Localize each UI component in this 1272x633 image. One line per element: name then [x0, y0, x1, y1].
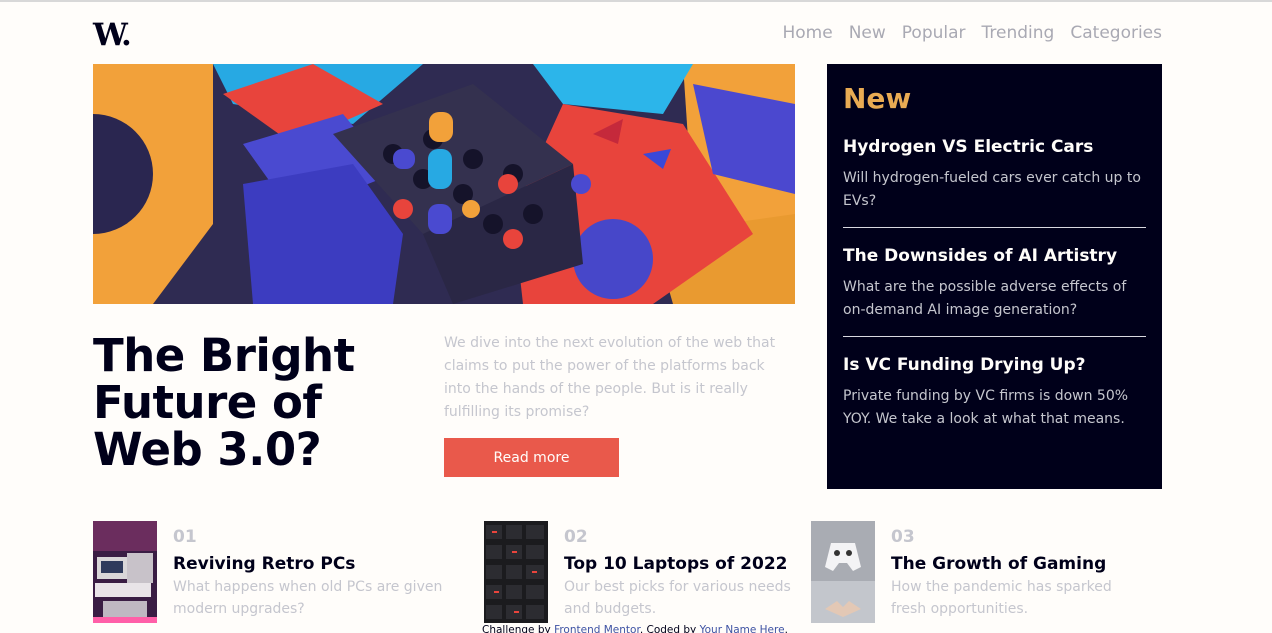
new-item-desc: Will hydrogen-fueled cars ever catch up … — [843, 170, 1141, 209]
article-title[interactable]: Top 10 Laptops of 2022 — [564, 554, 794, 574]
new-item-title[interactable]: Hydrogen VS Electric Cars — [843, 137, 1146, 157]
new-item: Is VC Funding Drying Up? Private funding… — [843, 355, 1146, 445]
article-desc: How the pandemic has sparked fresh oppor… — [891, 579, 1112, 617]
attribution-prefix: Challenge by — [482, 624, 551, 633]
new-item-desc: What are the possible adverse effects of… — [843, 279, 1127, 318]
article-card: 03 The Growth of Gaming How the pandemic… — [811, 521, 1146, 623]
article-card: 01 Reviving Retro PCs What happens when … — [93, 521, 443, 623]
game-controller-thumbnail — [811, 521, 875, 623]
divider — [843, 336, 1146, 337]
article-body: 02 Top 10 Laptops of 2022 Our best picks… — [564, 521, 794, 623]
attribution: Challenge by Frontend Mentor. Coded by Y… — [482, 624, 788, 633]
laptop-keyboard-thumbnail — [484, 521, 548, 623]
main-nav: Home New Popular Trending Categories — [782, 23, 1162, 43]
attribution-suffix: . — [784, 624, 788, 633]
article-desc: Our best picks for various needs and bud… — [564, 579, 791, 617]
article-body: 01 Reviving Retro PCs What happens when … — [173, 521, 443, 623]
article-number: 01 — [173, 527, 197, 547]
article-body: 03 The Growth of Gaming How the pandemic… — [891, 521, 1146, 623]
hero-title: The Bright Future of Web 3.0? — [93, 329, 355, 476]
frontend-mentor-link[interactable]: Frontend Mentor — [554, 624, 640, 633]
author-link[interactable]: Your Name Here — [700, 624, 785, 633]
article-title[interactable]: The Growth of Gaming — [891, 554, 1146, 574]
new-item: Hydrogen VS Electric Cars Will hydrogen-… — [843, 137, 1146, 227]
article-desc: What happens when old PCs are given mode… — [173, 579, 443, 617]
article-number: 03 — [891, 527, 915, 547]
hero-image — [93, 64, 795, 304]
nav-categories[interactable]: Categories — [1070, 23, 1162, 43]
nav-popular[interactable]: Popular — [902, 23, 966, 43]
read-more-button[interactable]: Read more — [444, 438, 619, 477]
attribution-middle: . Coded by — [639, 624, 697, 633]
retro-pc-thumbnail — [93, 521, 157, 623]
divider — [843, 227, 1146, 228]
new-item-desc: Private funding by VC firms is down 50% … — [843, 388, 1129, 427]
new-item: The Downsides of AI Artistry What are th… — [843, 246, 1146, 336]
new-item-title[interactable]: The Downsides of AI Artistry — [843, 246, 1146, 266]
site-logo[interactable]: W. — [93, 20, 132, 51]
nav-new[interactable]: New — [849, 23, 886, 43]
article-number: 02 — [564, 527, 588, 547]
hero-description: We dive into the next evolution of the w… — [444, 335, 776, 420]
new-item-title[interactable]: Is VC Funding Drying Up? — [843, 355, 1146, 375]
article-title[interactable]: Reviving Retro PCs — [173, 554, 443, 574]
nav-trending[interactable]: Trending — [982, 23, 1055, 43]
new-heading: New — [843, 82, 912, 115]
new-panel: New Hydrogen VS Electric Cars Will hydro… — [827, 64, 1162, 489]
article-card: 02 Top 10 Laptops of 2022 Our best picks… — [484, 521, 794, 623]
nav-home[interactable]: Home — [782, 23, 832, 43]
